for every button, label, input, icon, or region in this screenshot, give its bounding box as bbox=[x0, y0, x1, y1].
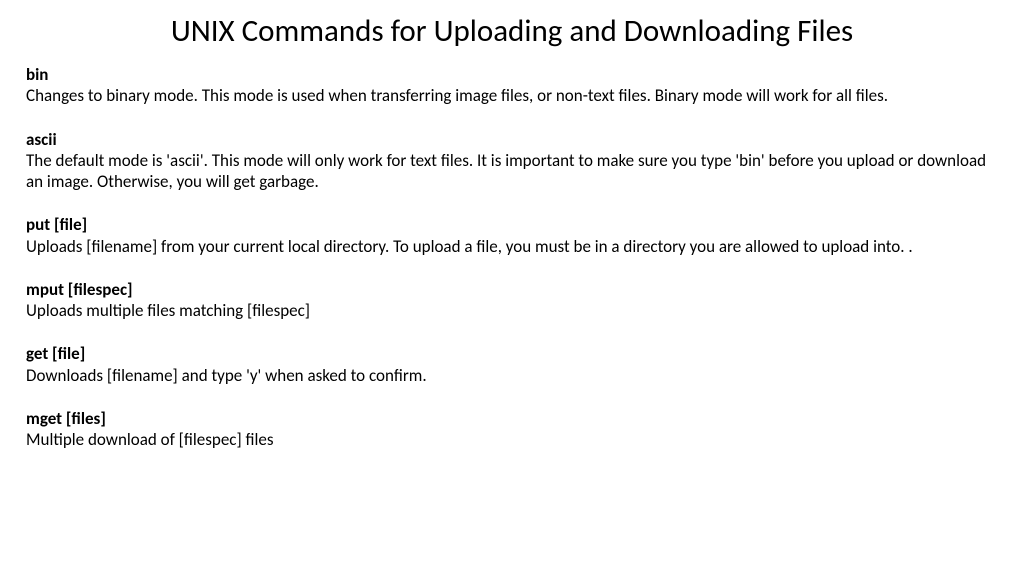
command-entry: mput [filespec] Uploads multiple files m… bbox=[26, 279, 998, 322]
command-entry: mget [files] Multiple download of [files… bbox=[26, 408, 998, 451]
command-name: mget [files] bbox=[26, 408, 998, 429]
command-entry: put [file] Uploads [filename] from your … bbox=[26, 214, 998, 257]
command-name: put [file] bbox=[26, 214, 998, 235]
command-entry: bin Changes to binary mode. This mode is… bbox=[26, 64, 998, 107]
command-desc: Multiple download of [filespec] files bbox=[26, 429, 274, 450]
command-name: bin bbox=[26, 64, 998, 85]
command-name: ascii bbox=[26, 129, 998, 150]
command-desc: Uploads multiple files matching [filespe… bbox=[26, 300, 310, 321]
page-title: UNIX Commands for Uploading and Download… bbox=[26, 12, 998, 50]
command-entry: get [file] Downloads [filename] and type… bbox=[26, 343, 998, 386]
command-desc: Uploads [filename] from your current loc… bbox=[26, 236, 913, 257]
command-entry: ascii The default mode is 'ascii'. This … bbox=[26, 129, 998, 193]
command-name: get [file] bbox=[26, 343, 998, 364]
command-desc: Downloads [filename] and type 'y' when a… bbox=[26, 365, 427, 386]
command-name: mput [filespec] bbox=[26, 279, 998, 300]
command-desc: Changes to binary mode. This mode is use… bbox=[26, 85, 888, 106]
command-desc: The default mode is 'ascii'. This mode w… bbox=[26, 150, 986, 192]
